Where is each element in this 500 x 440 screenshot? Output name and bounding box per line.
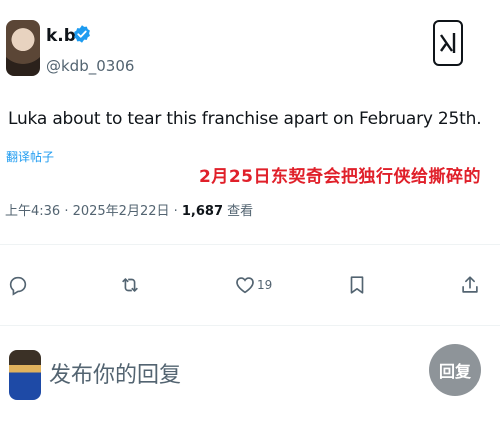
overlay-caption: 2月25日东契奇会把独行侠给撕碎的 (199, 167, 481, 187)
retweet-icon (122, 278, 138, 292)
tweet-timestamp[interactable]: 上午4:36 · 2025年2月22日 · (5, 204, 182, 219)
like-action-button[interactable]: 19 (234, 270, 272, 300)
grok-logo-icon (440, 33, 456, 53)
views-label: 查看 (223, 204, 254, 219)
bookmark-icon (350, 276, 364, 294)
retweet-action-button[interactable] (119, 270, 141, 300)
reply-input[interactable]: 发布你的回复 (49, 357, 181, 389)
current-user-avatar[interactable] (9, 350, 41, 400)
author-avatar[interactable] (6, 20, 40, 76)
tweet-meta: 上午4:36 · 2025年2月22日 · 1,687 查看 (5, 200, 253, 219)
share-action-button[interactable] (459, 270, 481, 300)
reply-action-button[interactable] (7, 270, 29, 300)
bookmark-action-button[interactable] (346, 270, 368, 300)
reply-icon (9, 276, 27, 296)
translate-post-link[interactable]: 翻译帖子 (6, 148, 54, 165)
divider-top (0, 244, 500, 245)
share-icon (462, 276, 478, 293)
views-count: 1,687 (181, 204, 224, 219)
heart-icon (236, 277, 254, 294)
verified-badge-icon (74, 25, 90, 43)
grok-icon[interactable] (433, 20, 463, 66)
divider-bottom (0, 325, 500, 326)
like-count: 19 (257, 278, 273, 292)
tweet-text: Luka about to tear this franchise apart … (8, 109, 482, 129)
author-handle[interactable]: @kdb_0306 (46, 57, 134, 75)
reply-submit-button[interactable]: 回复 (429, 344, 481, 396)
